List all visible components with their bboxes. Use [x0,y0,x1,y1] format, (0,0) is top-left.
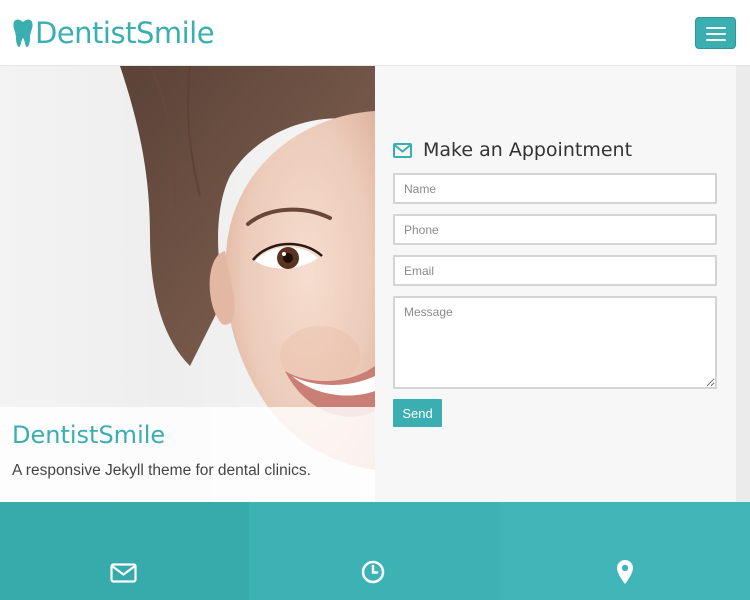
contact-tile[interactable] [0,502,249,600]
email-input[interactable] [393,255,717,286]
navbar: DentistSmile [0,0,750,66]
appointment-heading: Make an Appointment [393,139,632,161]
nav-toggle-button[interactable] [695,17,736,49]
message-textarea[interactable] [393,296,717,389]
location-tile[interactable] [499,502,750,600]
tooth-icon [12,18,34,48]
hero-caption: DentistSmile A responsive Jekyll theme f… [0,407,375,502]
map-marker-icon [617,560,633,584]
appointment-title: Make an Appointment [423,139,633,161]
features-strip [0,502,750,600]
page-scrollbar-track[interactable] [736,66,750,502]
send-button[interactable]: Send [393,399,442,427]
hero-section: DentistSmile A responsive Jekyll theme f… [0,66,375,502]
envelope-icon [110,563,137,583]
hero-title: DentistSmile [12,421,166,449]
name-input[interactable] [393,173,717,204]
brand-name: DentistSmile [35,15,215,50]
phone-input[interactable] [393,214,717,245]
envelope-icon [393,142,423,158]
brand-logo-link[interactable]: DentistSmile [12,14,215,52]
hero-subtitle: A responsive Jekyll theme for dental cli… [12,462,311,479]
hours-tile[interactable] [249,502,499,600]
appointment-panel: Make an Appointment Send [375,66,736,502]
clock-icon [361,560,385,584]
